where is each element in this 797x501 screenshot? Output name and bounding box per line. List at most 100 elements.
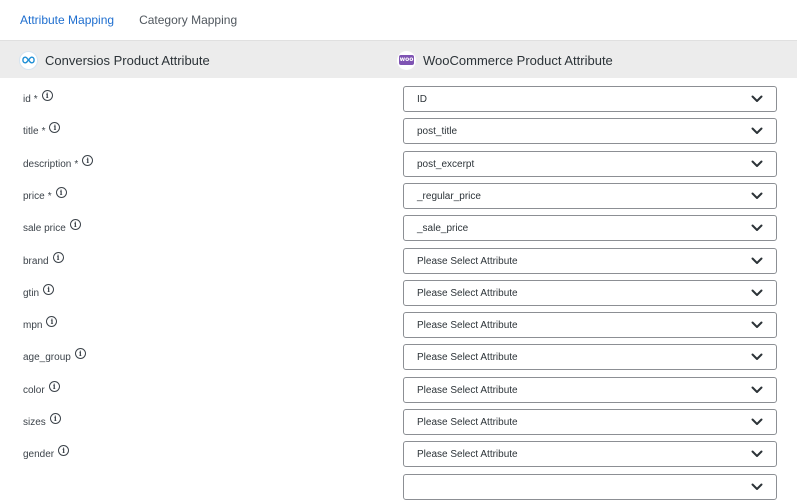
- attribute-name: description: [23, 158, 72, 170]
- mapping-row: brand i Please Select Attribute: [0, 248, 797, 274]
- attribute-name: mpn: [23, 319, 43, 331]
- conversios-attribute-title: Conversios Product Attribute: [45, 52, 210, 68]
- selected-value: Please Select Attribute: [417, 384, 518, 396]
- attribute-label: gtin i: [23, 280, 55, 306]
- info-icon[interactable]: i: [49, 121, 61, 133]
- info-icon[interactable]: i: [48, 380, 60, 392]
- attribute-name: color: [23, 384, 45, 396]
- attribute-name: sale price: [23, 222, 66, 234]
- chevron-down-icon: [751, 483, 763, 490]
- mapping-row: id * i ID: [0, 86, 797, 112]
- chevron-down-icon: [751, 160, 763, 167]
- attribute-label: title * i: [23, 118, 61, 144]
- required-marker: *: [41, 125, 46, 137]
- attribute-label: price * i: [23, 183, 67, 209]
- attribute-label: gender i: [23, 441, 70, 467]
- info-icon[interactable]: i: [43, 283, 55, 295]
- mapping-row: age_group i Please Select Attribute: [0, 344, 797, 370]
- mapping-header: Conversios Product Attribute woo WooComm…: [0, 40, 797, 78]
- woocommerce-attribute-title: WooCommerce Product Attribute: [423, 52, 613, 68]
- mapping-row: mpn i Please Select Attribute: [0, 312, 797, 338]
- attribute-name: gtin: [23, 287, 40, 299]
- mapping-row: sizes i Please Select Attribute: [0, 409, 797, 435]
- attribute-name: gender: [23, 448, 55, 460]
- attribute-name: id: [23, 93, 31, 105]
- chevron-down-icon: [751, 321, 763, 328]
- selected-value: Please Select Attribute: [417, 351, 518, 363]
- tab-bar: Attribute Mapping Category Mapping: [0, 0, 797, 40]
- attribute-name: brand: [23, 255, 49, 267]
- required-marker: *: [74, 158, 79, 170]
- info-icon[interactable]: i: [49, 412, 61, 424]
- chevron-down-icon: [751, 353, 763, 360]
- attribute-label: id * i: [23, 86, 53, 112]
- selected-value: Please Select Attribute: [417, 416, 518, 428]
- info-icon[interactable]: i: [74, 347, 86, 359]
- attribute-label: description * i: [23, 151, 94, 177]
- woocommerce-attribute-select[interactable]: Please Select Attribute: [403, 377, 777, 403]
- required-marker: *: [47, 190, 52, 202]
- chevron-down-icon: [751, 95, 763, 102]
- mapping-row: color i Please Select Attribute: [0, 377, 797, 403]
- mapping-row: gtin i Please Select Attribute: [0, 280, 797, 306]
- woocommerce-attribute-select[interactable]: Please Select Attribute: [403, 280, 777, 306]
- mapping-row: price * i _regular_price: [0, 183, 797, 209]
- woocommerce-column-header: woo WooCommerce Product Attribute: [397, 41, 613, 79]
- info-icon[interactable]: i: [82, 154, 94, 166]
- attribute-name: price: [23, 190, 45, 202]
- woocommerce-attribute-select[interactable]: [403, 474, 777, 500]
- woocommerce-attribute-select[interactable]: Please Select Attribute: [403, 441, 777, 467]
- info-icon[interactable]: i: [46, 315, 58, 327]
- woocommerce-attribute-select[interactable]: Please Select Attribute: [403, 312, 777, 338]
- chevron-down-icon: [751, 224, 763, 231]
- conversios-column-header: Conversios Product Attribute: [19, 41, 210, 79]
- attribute-label: brand i: [23, 248, 64, 274]
- chevron-down-icon: [751, 418, 763, 425]
- selected-value: Please Select Attribute: [417, 448, 518, 460]
- attribute-name: sizes: [23, 416, 46, 428]
- chevron-down-icon: [751, 257, 763, 264]
- attribute-name: title: [23, 125, 39, 137]
- mapping-row: sale price i _sale_price: [0, 215, 797, 241]
- selected-value: Please Select Attribute: [417, 287, 518, 299]
- attribute-label: age_group i: [23, 344, 86, 370]
- chevron-down-icon: [751, 192, 763, 199]
- info-icon[interactable]: i: [55, 186, 67, 198]
- tab-category-mapping[interactable]: Category Mapping: [139, 13, 237, 27]
- attribute-label: mpn i: [23, 312, 58, 338]
- info-icon[interactable]: i: [69, 218, 81, 230]
- tab-attribute-mapping[interactable]: Attribute Mapping: [20, 13, 114, 27]
- woocommerce-attribute-select[interactable]: _sale_price: [403, 215, 777, 241]
- woocommerce-attribute-select[interactable]: Please Select Attribute: [403, 248, 777, 274]
- woocommerce-attribute-select[interactable]: ID: [403, 86, 777, 112]
- selected-value: _sale_price: [417, 222, 469, 234]
- conversios-logo-icon: [19, 50, 38, 70]
- woocommerce-attribute-select[interactable]: _regular_price: [403, 183, 777, 209]
- mapping-row: title * i post_title: [0, 118, 797, 144]
- info-icon[interactable]: i: [52, 251, 64, 263]
- woocommerce-attribute-select[interactable]: Please Select Attribute: [403, 409, 777, 435]
- required-marker: *: [33, 93, 38, 105]
- selected-value: _regular_price: [417, 190, 481, 202]
- selected-value: post_excerpt: [417, 158, 475, 170]
- chevron-down-icon: [751, 386, 763, 393]
- selected-value: post_title: [417, 125, 458, 137]
- mapping-row: description * i post_excerpt: [0, 151, 797, 177]
- woocommerce-attribute-select[interactable]: Please Select Attribute: [403, 344, 777, 370]
- attribute-label: color i: [23, 377, 60, 403]
- mapping-row: [0, 474, 797, 500]
- chevron-down-icon: [751, 127, 763, 134]
- woocommerce-attribute-select[interactable]: post_title: [403, 118, 777, 144]
- woocommerce-logo-icon: woo: [397, 50, 416, 70]
- info-icon[interactable]: i: [41, 89, 53, 101]
- chevron-down-icon: [751, 450, 763, 457]
- selected-value: Please Select Attribute: [417, 255, 518, 267]
- info-icon[interactable]: i: [58, 444, 70, 456]
- chevron-down-icon: [751, 289, 763, 296]
- woocommerce-attribute-select[interactable]: post_excerpt: [403, 151, 777, 177]
- attribute-label: sizes i: [23, 409, 61, 435]
- selected-value: ID: [417, 93, 427, 105]
- attribute-name: age_group: [23, 351, 71, 363]
- selected-value: Please Select Attribute: [417, 319, 518, 331]
- attribute-label: sale price i: [23, 215, 81, 241]
